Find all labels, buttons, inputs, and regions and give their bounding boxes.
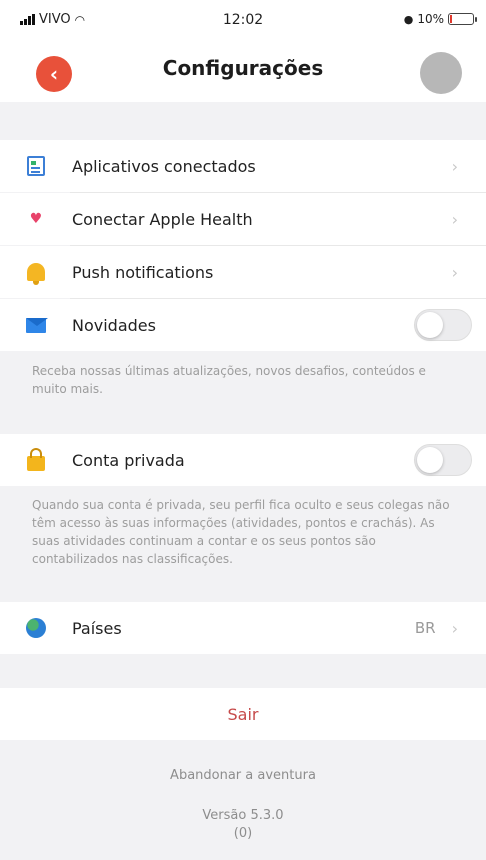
row-label: Aplicativos conectados bbox=[72, 156, 256, 176]
row-private-account: Conta privada bbox=[0, 434, 486, 486]
row-label: Conta privada bbox=[72, 450, 185, 470]
row-label: Novidades bbox=[72, 315, 156, 335]
novidades-toggle[interactable] bbox=[414, 309, 472, 341]
row-push-notifications[interactable]: Push notifications › bbox=[0, 246, 486, 298]
mail-icon bbox=[26, 317, 48, 333]
bell-icon bbox=[27, 263, 45, 285]
status-bar: VIVO ◠ 12:02 ● 10% bbox=[0, 0, 486, 40]
toggle-knob bbox=[417, 312, 443, 338]
globe-icon bbox=[26, 618, 46, 638]
nav-bar: ‹ Configurações bbox=[0, 40, 486, 102]
heart-icon-wrap: ♥ bbox=[26, 209, 46, 229]
battery-icon bbox=[448, 13, 477, 25]
build-label: (0) bbox=[233, 826, 253, 841]
chevron-right-icon: › bbox=[451, 156, 458, 176]
row-countries[interactable]: Países BR › bbox=[0, 602, 486, 654]
novidades-note: Receba nossas últimas atualizações, novo… bbox=[32, 364, 426, 396]
chevron-right-icon: › bbox=[451, 209, 458, 229]
row-label: Push notifications bbox=[72, 262, 214, 282]
abandon-adventure-link[interactable]: Abandonar a aventura bbox=[0, 768, 486, 783]
row-label: Países bbox=[72, 618, 122, 638]
avatar[interactable] bbox=[420, 52, 462, 94]
page-title: Configurações bbox=[162, 56, 324, 80]
row-connected-apps[interactable]: Aplicativos conectados › bbox=[0, 140, 486, 192]
private-account-note: Quando sua conta é privada, seu perfil f… bbox=[32, 498, 450, 566]
apps-icon bbox=[27, 156, 45, 176]
private-account-toggle[interactable] bbox=[414, 444, 472, 476]
battery-percent: 10% bbox=[417, 12, 444, 26]
version-label: Versão 5.3.0 bbox=[202, 808, 284, 823]
apps-icon-wrap bbox=[26, 156, 46, 176]
row-label: Conectar Apple Health bbox=[72, 209, 253, 229]
status-right: ● 10% bbox=[403, 12, 477, 26]
lock-icon-wrap bbox=[26, 447, 46, 471]
country-value: BR bbox=[414, 619, 436, 637]
chevron-right-icon: › bbox=[451, 262, 458, 282]
row-novidades: Novidades bbox=[0, 299, 486, 351]
bell-icon-wrap bbox=[26, 262, 46, 285]
mail-icon-wrap bbox=[26, 315, 48, 335]
toggle-knob bbox=[417, 447, 443, 473]
heart-icon: ♥ bbox=[29, 211, 43, 227]
row-apple-health[interactable]: ♥ Conectar Apple Health › bbox=[0, 193, 486, 245]
lock-icon bbox=[27, 447, 45, 471]
alarm-icon: ● bbox=[403, 12, 414, 26]
chevron-right-icon: › bbox=[451, 618, 458, 638]
globe-icon-wrap bbox=[26, 618, 46, 638]
logout-button[interactable]: Sair bbox=[0, 688, 486, 740]
